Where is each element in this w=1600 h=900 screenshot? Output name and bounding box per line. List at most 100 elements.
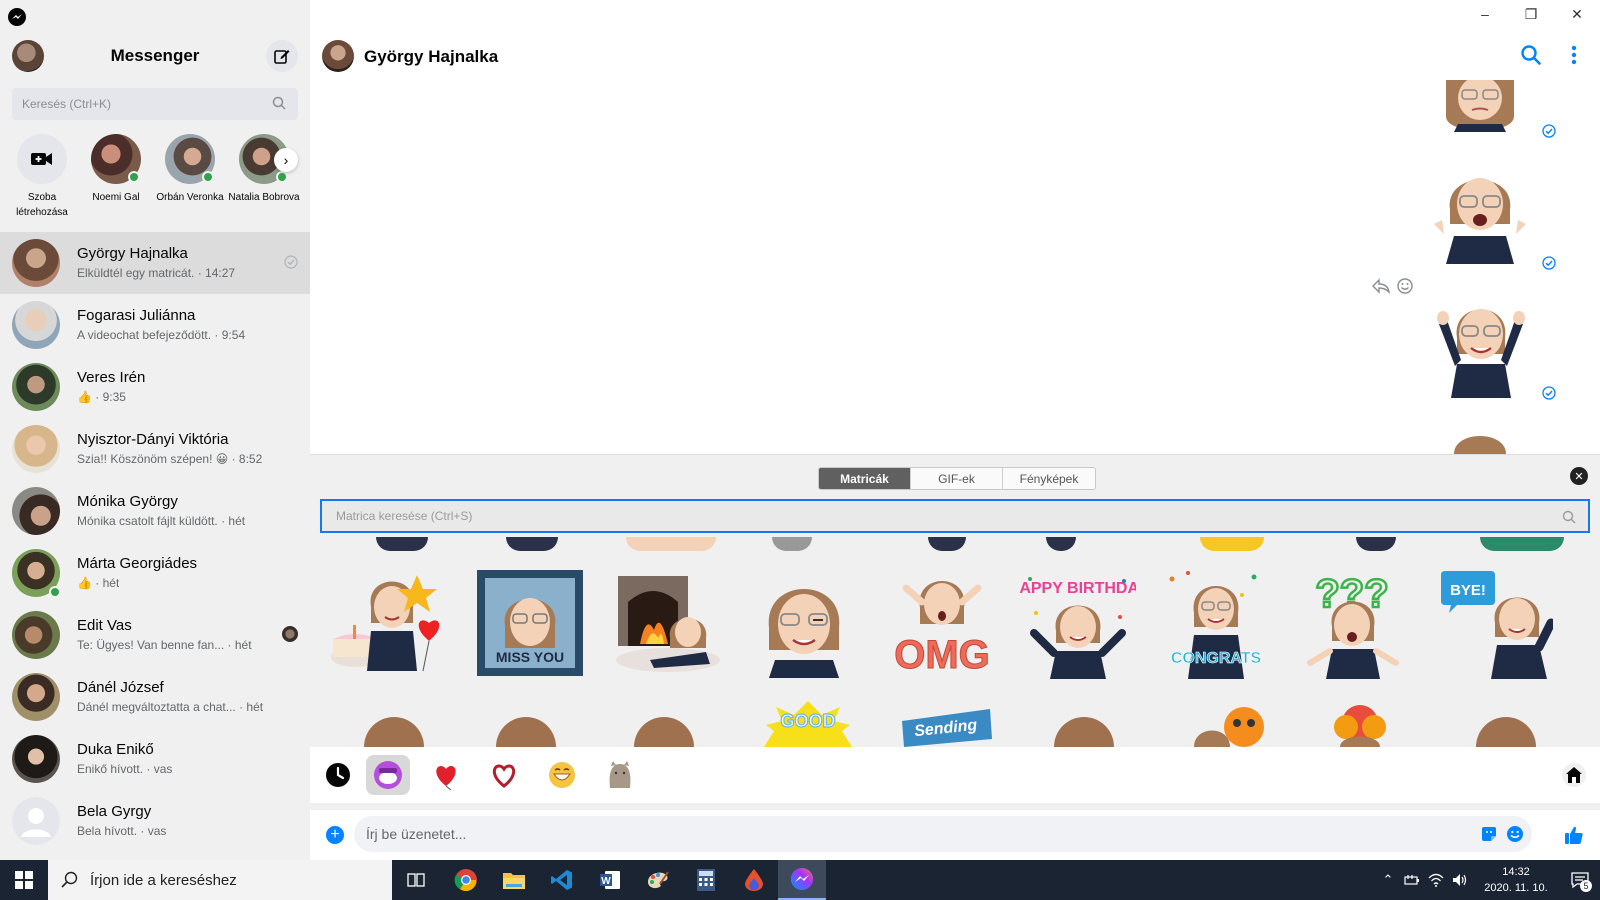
heart-outline-pack-icon [492, 764, 516, 788]
sent-sticker[interactable] [1450, 428, 1510, 454]
reply-icon[interactable] [1372, 278, 1390, 294]
sticker-partial[interactable] [1480, 537, 1564, 551]
notification-count-badge: 5 [1580, 880, 1592, 892]
sticker-partial[interactable] [634, 717, 694, 747]
sticker-miss-you[interactable]: MISS YOU [466, 565, 594, 681]
message-input-wrapper[interactable] [354, 816, 1532, 852]
tab-photos[interactable]: Fényképek [1003, 468, 1095, 489]
conversation-item[interactable]: Veres Irén 👍 · 9:35 [0, 356, 310, 418]
conversation-item[interactable]: Márta Georgiádes 👍 · hét [0, 542, 310, 604]
sticker-partial[interactable] [1054, 717, 1114, 747]
sticker-partial[interactable] [506, 537, 558, 551]
sticker-congrats[interactable]: CONGRATS [1152, 565, 1280, 681]
sticker-text: GOOD [780, 711, 835, 731]
recent-stickers-button[interactable] [316, 755, 360, 795]
sticker-text: HAPPY BIRTHDAY [1020, 580, 1136, 597]
search-input[interactable] [22, 97, 262, 111]
create-room-button[interactable]: Szoba létrehozása [5, 134, 79, 220]
sticker-icon[interactable] [1480, 825, 1498, 843]
sticker-partial[interactable] [364, 717, 424, 747]
conversation-item[interactable]: Edit Vas Te: Ügyes! Van benne fan... · h… [0, 604, 310, 666]
search-icon[interactable] [1520, 44, 1542, 66]
sticker-good[interactable]: GOOD [764, 701, 852, 747]
conversation-item[interactable]: Mónika György Mónika csatolt fájlt küldö… [0, 480, 310, 542]
react-emoji-icon[interactable] [1397, 278, 1413, 294]
minimize-button[interactable]: – [1462, 0, 1508, 28]
sticker-pack-love[interactable] [482, 755, 526, 795]
sticker-partial[interactable] [772, 537, 812, 551]
conversation-search[interactable] [12, 88, 298, 120]
sticker-omg[interactable]: OMG [878, 565, 1006, 681]
sticker-partial[interactable] [1046, 537, 1076, 551]
sticker-partial[interactable] [376, 537, 428, 551]
maximize-button[interactable]: ❐ [1508, 0, 1554, 28]
vscode-icon[interactable] [538, 860, 586, 900]
sticker-wink[interactable] [740, 565, 868, 681]
sticker-explosion[interactable] [1320, 701, 1400, 747]
conversation-item[interactable]: Duka Enikő Enikő hívott. · vas [0, 728, 310, 790]
taskbar-clock[interactable]: 14:32 2020. 11. 10. [1472, 864, 1560, 896]
power-icon[interactable] [1400, 860, 1424, 900]
sticker-search[interactable] [320, 499, 1590, 533]
conversation-name: Dánél József [77, 679, 164, 696]
message-input[interactable] [366, 826, 1456, 842]
new-message-button[interactable] [266, 40, 298, 72]
contact-avatar[interactable] [322, 40, 354, 72]
sticker-partial[interactable] [928, 537, 966, 551]
windows-start-icon[interactable] [0, 860, 48, 900]
wifi-icon[interactable] [1424, 860, 1448, 900]
sticker-birthday-cake[interactable] [322, 565, 450, 681]
emoji-icon[interactable] [1506, 825, 1524, 843]
active-contact[interactable]: Noemi Gal [79, 134, 153, 205]
chevron-right-icon[interactable]: › [274, 148, 298, 172]
more-options-icon[interactable] [1570, 44, 1578, 66]
plus-icon[interactable]: + [326, 826, 344, 844]
chrome-icon[interactable] [442, 860, 490, 900]
conversation-item[interactable]: György Hajnalka Elküldtél egy matricát. … [0, 232, 310, 294]
sticker-partial[interactable] [1200, 537, 1264, 551]
chat-title[interactable]: György Hajnalka [364, 47, 498, 67]
color-drop-app-icon[interactable] [730, 860, 778, 900]
sticker-pack-smiley[interactable] [540, 755, 584, 795]
sticker-partial[interactable] [626, 537, 716, 551]
active-contact[interactable]: Orbán Veronka [153, 134, 227, 205]
conversation-item[interactable]: Bela Gyrgy Bela hívott. · vas [0, 790, 310, 852]
tab-stickers[interactable]: Matricák [819, 468, 911, 489]
tab-gifs[interactable]: GIF-ek [911, 468, 1003, 489]
sticker-partial[interactable] [1476, 717, 1536, 747]
messenger-taskbar-icon[interactable] [778, 860, 826, 900]
sent-sticker[interactable] [1425, 294, 1535, 398]
chevron-up-icon[interactable]: ⌃ [1376, 860, 1400, 900]
sticker-pack-cat[interactable] [598, 755, 642, 795]
close-panel-button[interactable]: ✕ [1570, 467, 1588, 485]
sticker-bye[interactable]: BYE! [1430, 565, 1558, 681]
conversation-item[interactable]: Dánél József Dánél megváltoztatta a chat… [0, 666, 310, 728]
taskbar-search-input[interactable] [90, 871, 370, 889]
thumbs-up-icon[interactable] [1564, 825, 1584, 845]
sticker-happy-birthday[interactable]: HAPPY BIRTHDAY [1014, 565, 1142, 681]
taskbar-search[interactable] [48, 860, 392, 900]
task-view-icon[interactable] [392, 860, 440, 900]
sticker-pack-avatar[interactable] [366, 755, 410, 795]
close-button[interactable]: ✕ [1554, 0, 1600, 28]
sticker-pack-hearts[interactable] [424, 755, 468, 795]
sticker-partial[interactable] [1356, 537, 1396, 551]
notification-center-button[interactable]: 5 [1560, 860, 1600, 900]
file-explorer-icon[interactable] [490, 860, 538, 900]
sent-sticker[interactable] [1440, 80, 1520, 132]
conversation-item[interactable]: Nyisztor-Dányi Viktória Szia!! Köszönöm … [0, 418, 310, 480]
conversation-item[interactable]: Fogarasi Juliánna A videochat befejeződö… [0, 294, 310, 356]
paint-icon[interactable] [634, 860, 682, 900]
sticker-partial[interactable] [496, 717, 556, 747]
sticker-store-button[interactable] [1562, 763, 1586, 787]
volume-icon[interactable] [1448, 860, 1472, 900]
sticker-question[interactable]: ??? [1288, 565, 1416, 681]
sent-sticker[interactable] [1430, 160, 1530, 264]
search-icon [272, 96, 286, 110]
sticker-search-input[interactable] [336, 509, 1536, 523]
sticker-sending[interactable]: Sending [898, 701, 994, 747]
sticker-fireplace[interactable] [604, 565, 732, 681]
word-icon[interactable]: W [586, 860, 634, 900]
sticker-nervous-emoji[interactable] [1190, 701, 1266, 747]
calculator-icon[interactable] [682, 860, 730, 900]
